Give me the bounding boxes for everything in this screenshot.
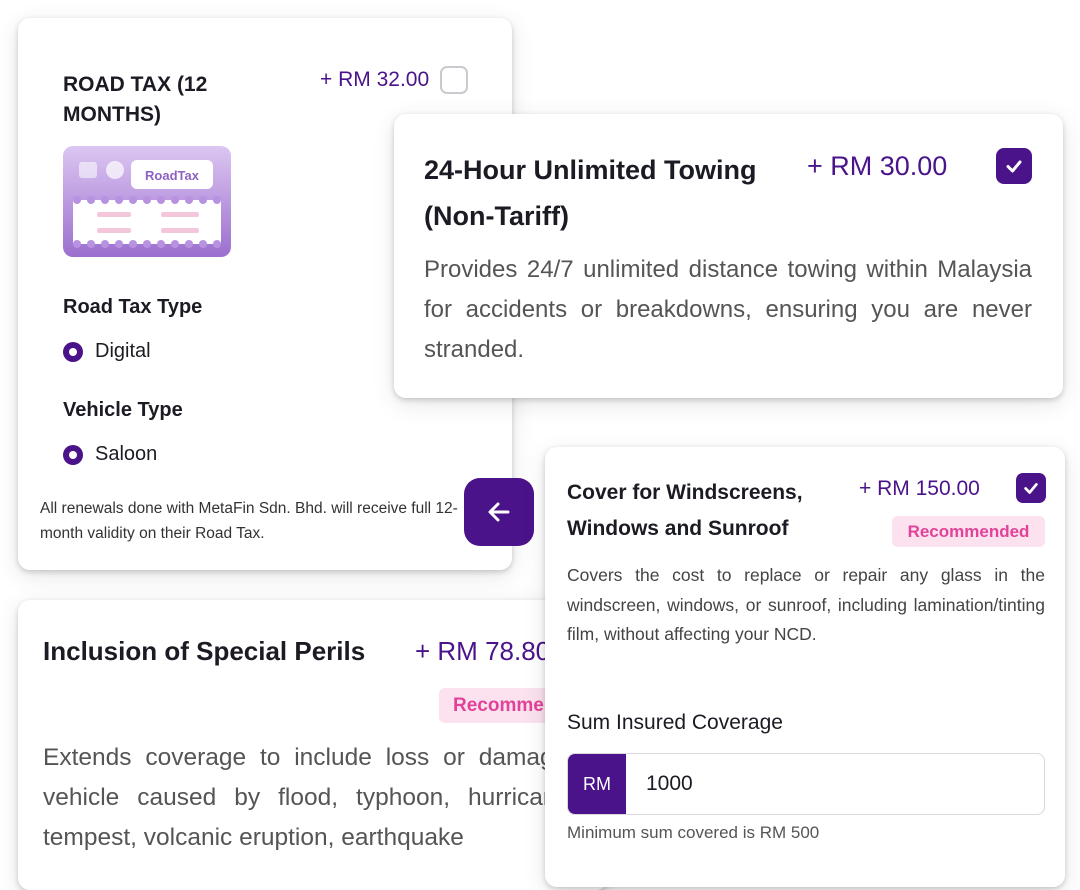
back-button[interactable] <box>464 478 534 546</box>
road-tax-price: + RM 32.00 <box>320 68 430 91</box>
special-perils-card: Inclusion of Special Perils + RM 78.80 R… <box>18 600 608 890</box>
vehicle-type-value: Saloon <box>95 443 158 465</box>
road-tax-illustration-label: RoadTax <box>145 168 200 183</box>
vehicle-type-option[interactable]: Saloon <box>63 443 157 466</box>
windscreen-checkbox[interactable] <box>1016 473 1046 503</box>
radio-selected-icon <box>63 341 83 362</box>
recommended-badge: Recommended <box>892 516 1045 547</box>
sum-insured-hint: Minimum sum covered is RM 500 <box>567 823 820 842</box>
road-tax-illustration: RoadTax <box>63 146 231 257</box>
special-perils-description: Extends coverage to include loss or dama… <box>43 744 608 851</box>
sum-insured-label: Sum Insured Coverage <box>567 711 783 734</box>
road-tax-title: ROAD TAX (12 MONTHS) <box>63 73 208 126</box>
windscreen-price: + RM 150.00 <box>859 477 980 500</box>
sum-insured-value[interactable]: 1000 <box>626 754 693 814</box>
vehicle-type-heading: Vehicle Type <box>63 399 183 421</box>
sum-insured-input[interactable]: RM 1000 <box>567 753 1045 815</box>
road-tax-checkbox[interactable] <box>440 66 468 94</box>
windscreen-card: Cover for Windscreens, Windows and Sunro… <box>545 447 1065 887</box>
checkmark-icon <box>1024 483 1038 494</box>
special-perils-price: + RM 78.80 <box>415 636 551 666</box>
arrow-left-icon <box>488 502 510 522</box>
radio-selected-icon <box>63 444 83 465</box>
towing-title: 24-Hour Unlimited Towing (Non-Tariff) <box>424 155 757 231</box>
towing-price: + RM 30.00 <box>807 151 948 181</box>
road-tax-type-heading: Road Tax Type <box>63 296 203 318</box>
towing-card: 24-Hour Unlimited Towing (Non-Tariff) + … <box>394 114 1063 398</box>
windscreen-title: Cover for Windscreens, Windows and Sunro… <box>567 481 803 540</box>
special-perils-title: Inclusion of Special Perils <box>43 636 366 666</box>
road-tax-note: All renewals done with MetaFin Sdn. Bhd.… <box>40 500 458 542</box>
checkmark-icon <box>1006 160 1022 173</box>
road-tax-type-value: Digital <box>95 340 151 362</box>
currency-prefix: RM <box>568 754 626 814</box>
towing-checkbox[interactable] <box>996 148 1032 184</box>
towing-description: Provides 24/7 unlimited distance towing … <box>424 256 1032 363</box>
road-tax-type-option[interactable]: Digital <box>63 340 151 363</box>
windscreen-description: Covers the cost to replace or repair any… <box>567 565 1045 644</box>
